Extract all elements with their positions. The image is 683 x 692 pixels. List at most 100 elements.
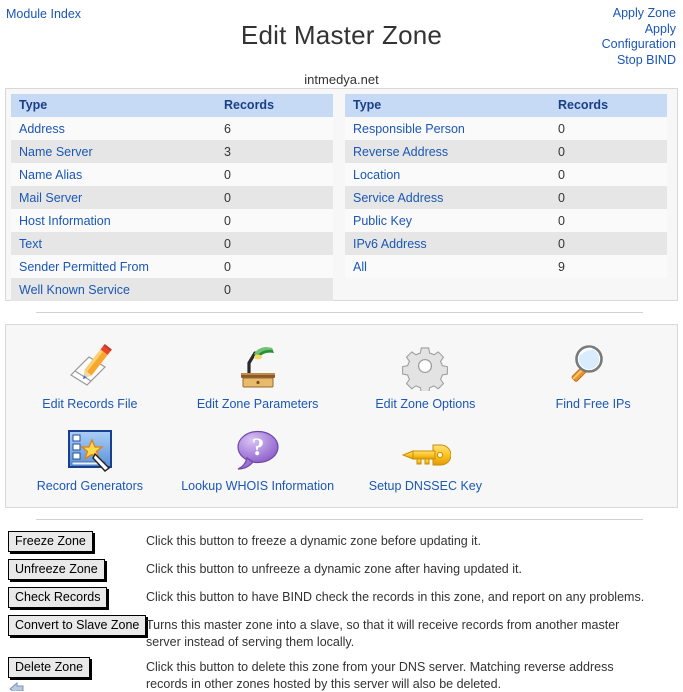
action-row: Delete Zone Click this button to delete t… — [0, 657, 683, 692]
pencil-notebook-icon — [8, 339, 172, 391]
table-header-row: Type Records — [345, 94, 667, 117]
record-counts-panel: Type Records Address 6 Name Server 3 Name Al… — [5, 88, 678, 301]
table-row: Name Server 3 — [11, 140, 333, 163]
record-type-link[interactable]: Name Server — [11, 140, 216, 163]
record-count-value: 0 — [216, 209, 333, 232]
table-row: Well Known Service 0 — [11, 278, 333, 301]
icon-label: Find Free IPs — [555, 397, 631, 411]
action-description: Turns this master zone into a slave, so … — [146, 618, 620, 649]
icon-action-desk-lamp[interactable]: Edit Zone Parameters — [174, 333, 342, 415]
table-row: All 9 — [345, 255, 667, 278]
table-row: Sender Permitted From 0 — [11, 255, 333, 278]
record-count-value: 0 — [550, 232, 667, 255]
record-type-link[interactable]: Service Address — [345, 186, 550, 209]
record-type-link[interactable]: Public Key — [345, 209, 550, 232]
action-row: Convert to Slave Zone Turns this master z… — [0, 615, 683, 650]
table-header-row: Type Records — [11, 94, 333, 117]
action-button-container: Convert to Slave Zone — [0, 615, 147, 636]
module-index-link[interactable]: Module Index — [6, 7, 81, 21]
return-arrow-icon[interactable] — [8, 680, 24, 691]
section-divider-bottom — [36, 519, 643, 520]
action-row: Unfreeze Zone Click this button to unfree… — [0, 559, 683, 580]
apply-zone-link[interactable]: Apply Zone — [536, 6, 676, 22]
action-description: Click this button to delete this zone fr… — [146, 660, 614, 691]
icon-action-pencil-notebook[interactable]: Edit Records File — [6, 333, 174, 415]
action-description: Click this button to have BIND check the… — [146, 590, 645, 604]
apply-configuration-link-line2[interactable]: Configuration — [536, 37, 676, 53]
page-header: Module Index Edit Master Zone Apply Zone… — [0, 0, 683, 88]
record-count-value: 0 — [216, 255, 333, 278]
icon-label: Edit Zone Options — [375, 397, 476, 411]
table-row: Mail Server 0 — [11, 186, 333, 209]
zone-actions-icon-panel: Edit Records File Edit Zone Parameters E… — [5, 324, 678, 508]
column-header-records: Records — [216, 94, 333, 117]
table-row: Public Key 0 — [345, 209, 667, 232]
record-type-link[interactable]: Responsible Person — [345, 117, 550, 140]
desk-lamp-icon — [176, 339, 340, 391]
magnifier-icon — [511, 339, 675, 391]
record-count-value: 6 — [216, 117, 333, 140]
section-divider-top — [36, 312, 643, 313]
stop-bind-link[interactable]: Stop BIND — [536, 53, 676, 69]
table-row: IPv6 Address 0 — [345, 232, 667, 255]
record-count-value: 0 — [216, 278, 333, 301]
icon-action-question-bubble[interactable]: ? Lookup WHOIS Information — [174, 415, 342, 497]
record-type-link[interactable]: Address — [11, 117, 216, 140]
action-row: Freeze Zone Click this button to freeze a… — [0, 531, 683, 552]
table-row: Location 0 — [345, 163, 667, 186]
zone-action-buttons: Freeze Zone Click this button to freeze a… — [0, 531, 683, 692]
column-header-type: Type — [11, 94, 216, 117]
record-type-link[interactable]: IPv6 Address — [345, 232, 550, 255]
record-count-value: 0 — [550, 209, 667, 232]
zone-name: intmedya.net — [304, 72, 379, 87]
action-button-container: Unfreeze Zone — [0, 559, 146, 580]
record-count-value: 0 — [216, 163, 333, 186]
convert-to-slave-zone-button[interactable]: Convert to Slave Zone — [8, 615, 147, 636]
record-count-value: 0 — [216, 186, 333, 209]
svg-text:?: ? — [251, 434, 264, 461]
record-type-link[interactable]: Well Known Service — [11, 278, 216, 301]
question-bubble-icon: ? — [176, 421, 340, 473]
action-button-container: Freeze Zone — [0, 531, 146, 552]
record-count-value: 0 — [550, 117, 667, 140]
icon-action-magnifier[interactable]: Find Free IPs — [509, 333, 677, 415]
record-count-value: 9 — [550, 255, 667, 278]
action-button-container: Check Records — [0, 587, 146, 608]
record-type-link[interactable]: Host Information — [11, 209, 216, 232]
table-row: Reverse Address 0 — [345, 140, 667, 163]
record-type-link[interactable]: Name Alias — [11, 163, 216, 186]
icon-action-wizard-wand[interactable]: Record Generators — [6, 415, 174, 497]
key-icon — [344, 421, 508, 473]
record-count-value: 0 — [216, 232, 333, 255]
icon-action-key[interactable]: Setup DNSSEC Key — [342, 415, 510, 497]
gear-icon — [344, 339, 508, 391]
record-types-table-left: Type Records Address 6 Name Server 3 Name Al… — [11, 94, 333, 301]
record-type-link[interactable]: Text — [11, 232, 216, 255]
column-header-records: Records — [550, 94, 667, 117]
record-count-value: 0 — [550, 163, 667, 186]
table-row: Responsible Person 0 — [345, 117, 667, 140]
record-type-link[interactable]: All — [345, 255, 550, 278]
icon-label: Lookup WHOIS Information — [181, 479, 335, 493]
record-count-value: 0 — [550, 140, 667, 163]
table-row: Name Alias 0 — [11, 163, 333, 186]
icon-label: Edit Zone Parameters — [196, 397, 319, 411]
check-records-button[interactable]: Check Records — [8, 587, 108, 608]
apply-configuration-link-line1[interactable]: Apply — [536, 22, 676, 38]
record-type-link[interactable]: Location — [345, 163, 550, 186]
header-links: Apply Zone Apply Configuration Stop BIND — [536, 6, 676, 68]
record-type-link[interactable]: Reverse Address — [345, 140, 550, 163]
unfreeze-zone-button[interactable]: Unfreeze Zone — [8, 559, 105, 580]
record-type-link[interactable]: Mail Server — [11, 186, 216, 209]
table-row: Text 0 — [11, 232, 333, 255]
icon-cell-empty — [509, 415, 677, 497]
icon-label: Setup DNSSEC Key — [368, 479, 482, 493]
delete-zone-button[interactable]: Delete Zone — [8, 657, 91, 678]
freeze-zone-button[interactable]: Freeze Zone — [8, 531, 93, 552]
record-count-value: 0 — [550, 186, 667, 209]
action-row: Check Records Click this button to have B… — [0, 587, 683, 608]
icon-label: Edit Records File — [42, 397, 138, 411]
column-header-type: Type — [345, 94, 550, 117]
record-type-link[interactable]: Sender Permitted From — [11, 255, 216, 278]
icon-action-gear[interactable]: Edit Zone Options — [342, 333, 510, 415]
